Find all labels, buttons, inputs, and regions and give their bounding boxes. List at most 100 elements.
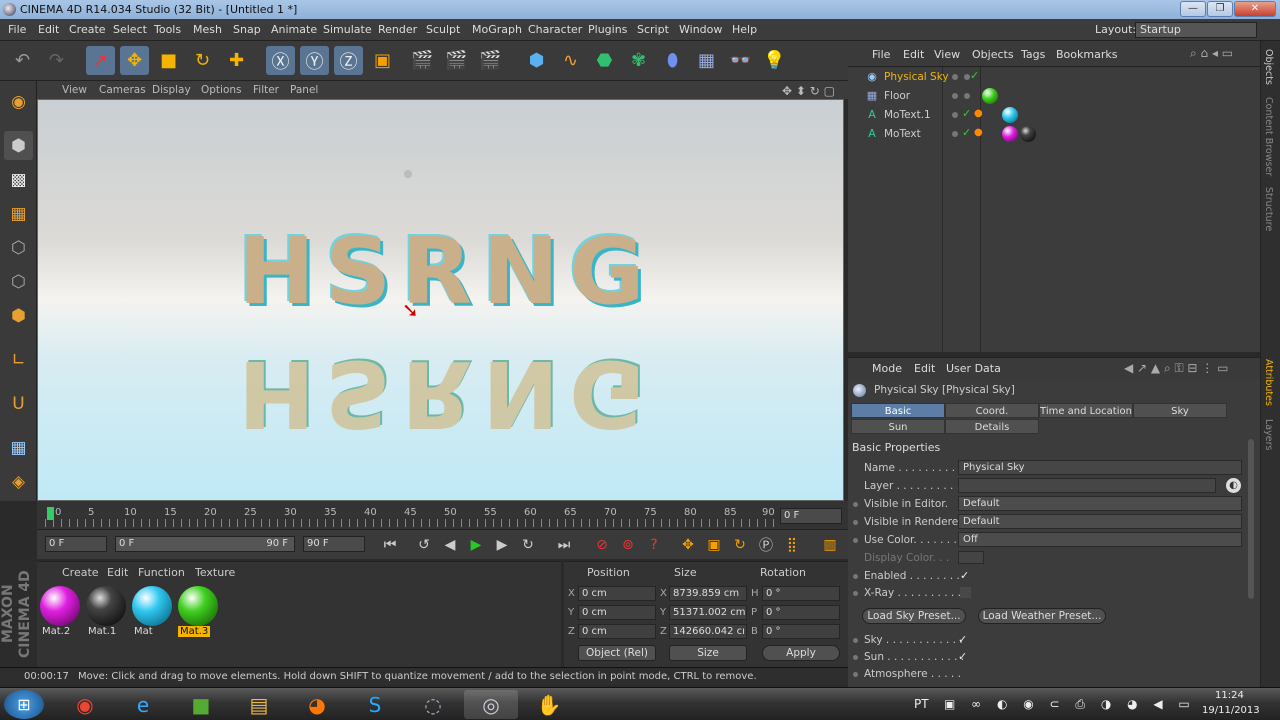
- object-row-motext[interactable]: A MoText ✓ ●: [850, 125, 1258, 144]
- objects-menu-file[interactable]: File: [872, 48, 890, 61]
- animate-dot[interactable]: [853, 538, 858, 543]
- material-tag-icon[interactable]: [1020, 126, 1036, 142]
- menu-character[interactable]: Character: [528, 23, 582, 36]
- material-menu-function[interactable]: Function: [138, 566, 185, 579]
- sky-checkbox[interactable]: ✓: [958, 634, 969, 645]
- menu-tools[interactable]: Tools: [154, 23, 181, 36]
- menu-window[interactable]: Window: [679, 23, 722, 36]
- workplane-icon[interactable]: ▦: [4, 199, 33, 228]
- side-tab-content-browser[interactable]: Content Browser: [1263, 97, 1274, 176]
- object-name[interactable]: MoText: [884, 128, 921, 140]
- pos-y-field[interactable]: 0 cm: [578, 605, 656, 620]
- sun-checkbox[interactable]: ✓: [958, 651, 969, 662]
- enabled-checkbox[interactable]: ✓: [960, 570, 971, 581]
- app-taskbar-icon[interactable]: ✋: [522, 690, 576, 719]
- objects-menu-edit[interactable]: Edit: [903, 48, 924, 61]
- rot-p-field[interactable]: 0 °: [762, 605, 840, 620]
- animate-dot[interactable]: [853, 655, 858, 660]
- name-input[interactable]: Physical Sky: [958, 460, 1242, 475]
- key-scale-icon[interactable]: ▣: [703, 534, 725, 556]
- material-tag-icon[interactable]: [1002, 126, 1018, 142]
- material-menu-create[interactable]: Create: [62, 566, 99, 579]
- menu-mesh[interactable]: Mesh: [193, 23, 222, 36]
- menu-edit[interactable]: Edit: [38, 23, 59, 36]
- pos-z-field[interactable]: 0 cm: [578, 624, 656, 639]
- previous-frame-icon[interactable]: ◀: [439, 534, 461, 556]
- material-name-selected[interactable]: Mat.3: [178, 626, 211, 637]
- menu-snap[interactable]: Snap: [233, 23, 261, 36]
- viewport-menu-options[interactable]: Options: [201, 84, 242, 96]
- cube-object-icon[interactable]: ⬢: [522, 46, 551, 75]
- menu-animate[interactable]: Animate: [271, 23, 317, 36]
- rot-h-field[interactable]: 0 °: [762, 586, 840, 601]
- undo-icon[interactable]: ↶: [8, 46, 37, 75]
- material-name[interactable]: Mat: [132, 626, 155, 637]
- polygons-mode-icon[interactable]: ⬢: [4, 301, 33, 330]
- menu-simulate[interactable]: Simulate: [323, 23, 372, 36]
- object-name[interactable]: Physical Sky: [884, 71, 949, 83]
- explorer-taskbar-icon[interactable]: ▤: [232, 690, 286, 719]
- objects-menu-objects[interactable]: Objects: [972, 48, 1014, 61]
- minecraft-taskbar-icon[interactable]: ■: [174, 690, 228, 719]
- display-color-swatch[interactable]: [958, 551, 984, 564]
- objects-search-icons[interactable]: ⌕ ⌂ ◂ ▭: [1190, 46, 1233, 61]
- material-tag-icon[interactable]: [982, 88, 998, 104]
- layer-picker-icon[interactable]: ◐: [1226, 478, 1241, 493]
- close-window-button[interactable]: ✕: [1234, 1, 1276, 17]
- camera-icon[interactable]: 👓: [726, 46, 755, 75]
- animate-dot[interactable]: [853, 672, 858, 677]
- render-view-icon[interactable]: 🎬: [408, 46, 437, 75]
- layer-field[interactable]: [958, 478, 1216, 493]
- make-editable-icon[interactable]: ◉: [4, 87, 33, 116]
- internet-explorer-taskbar-icon[interactable]: e: [116, 690, 170, 719]
- side-tab-attributes[interactable]: Attributes: [1263, 359, 1274, 406]
- attr-tab-coord[interactable]: Coord.: [945, 403, 1039, 418]
- key-rotation-icon[interactable]: ↻: [729, 534, 751, 556]
- goto-start-icon[interactable]: ⏮: [379, 534, 401, 556]
- start-frame-field[interactable]: 0 F: [45, 536, 107, 552]
- app-taskbar-icon[interactable]: ◌: [406, 690, 460, 719]
- viewport-menu-view[interactable]: View: [62, 84, 87, 96]
- previous-key-icon[interactable]: ↺: [413, 534, 435, 556]
- menu-render[interactable]: Render: [378, 23, 417, 36]
- object-name[interactable]: Floor: [884, 90, 910, 102]
- material-tag-icon[interactable]: [1002, 107, 1018, 123]
- viewport-menu-cameras[interactable]: Cameras: [99, 84, 146, 96]
- visibility-dot[interactable]: [952, 93, 958, 99]
- autokey-icon[interactable]: ⊚: [617, 534, 639, 556]
- play-icon[interactable]: ▶: [465, 534, 487, 556]
- snap-icon[interactable]: ▦: [4, 433, 33, 462]
- viewport-menu-display[interactable]: Display: [152, 84, 191, 96]
- visibility-dot[interactable]: [964, 93, 970, 99]
- cinema4d-taskbar-icon[interactable]: ◎: [464, 690, 518, 719]
- attr-navigation-icons[interactable]: ◀ ↗ ▲ ⌕ ⚿ ⊟ ⋮ ▭: [1124, 361, 1228, 376]
- scene-floor-icon[interactable]: ▦: [692, 46, 721, 75]
- render-picture-viewer-icon[interactable]: 🎬: [442, 46, 471, 75]
- vis-editor-select[interactable]: Default: [958, 496, 1242, 511]
- array-icon[interactable]: ✾: [624, 46, 653, 75]
- redo-icon[interactable]: ↷: [42, 46, 71, 75]
- minimize-button[interactable]: —: [1180, 1, 1206, 17]
- objects-menu-view[interactable]: View: [934, 48, 960, 61]
- attr-tab-details[interactable]: Details: [945, 419, 1039, 434]
- model-mode-icon[interactable]: ⬢: [4, 131, 33, 160]
- viewport-navigation-icons[interactable]: ✥ ⬍ ↻ ▢: [782, 84, 835, 98]
- 3d-viewport[interactable]: HSRNG HSRNG ➘: [37, 99, 844, 501]
- side-tab-structure[interactable]: Structure: [1263, 187, 1274, 231]
- keyframe-selection-icon[interactable]: ?: [643, 534, 665, 556]
- firefox-taskbar-icon[interactable]: ◕: [290, 690, 344, 719]
- animate-dot[interactable]: [853, 574, 858, 579]
- nurbs-icon[interactable]: ⬣: [590, 46, 619, 75]
- material-swatch[interactable]: [132, 586, 172, 626]
- vis-render-select[interactable]: Default: [958, 514, 1242, 529]
- locked-workplane-icon[interactable]: ◈: [4, 467, 33, 496]
- apply-button[interactable]: Apply: [762, 645, 840, 661]
- use-color-select[interactable]: Off: [958, 532, 1242, 547]
- attr-scrollbar[interactable]: [1248, 439, 1254, 599]
- texture-mode-icon[interactable]: ▩: [4, 165, 33, 194]
- object-row-motext-1[interactable]: A MoText.1 ✓ ●: [850, 106, 1258, 125]
- objects-menu-bookmarks[interactable]: Bookmarks: [1056, 48, 1117, 61]
- rot-b-field[interactable]: 0 °: [762, 624, 840, 639]
- pos-x-field[interactable]: 0 cm: [578, 586, 656, 601]
- visibility-dot[interactable]: [952, 131, 958, 137]
